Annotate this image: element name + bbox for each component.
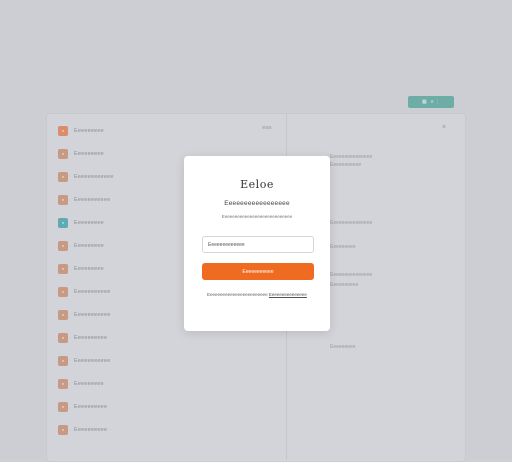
email-field[interactable]: Eeeeeeeeeeeee <box>202 236 314 253</box>
continue-button[interactable]: Eeeeeeeeeee <box>202 263 314 280</box>
brand-logo: Eeloe <box>240 178 274 191</box>
modal-title: Eeeeeeeeeeeeeeeee <box>224 200 290 207</box>
footer-link[interactable]: Eeeeeeeeeeeeeee <box>269 292 307 297</box>
footer-text: Eeeeeeeeeeeeeeeeeeeeeeee <box>207 292 268 297</box>
login-modal: Eeloe Eeeeeeeeeeeeeeeee Eeeeeeeeeeeeeeee… <box>184 156 330 331</box>
modal-footer: Eeeeeeeeeeeeeeeeeeeeeeee Eeeeeeeeeeeeeee <box>184 292 330 297</box>
modal-subtitle: Eeeeeeeeeeeeeeeeeeeeeeeeeeee <box>221 214 293 219</box>
